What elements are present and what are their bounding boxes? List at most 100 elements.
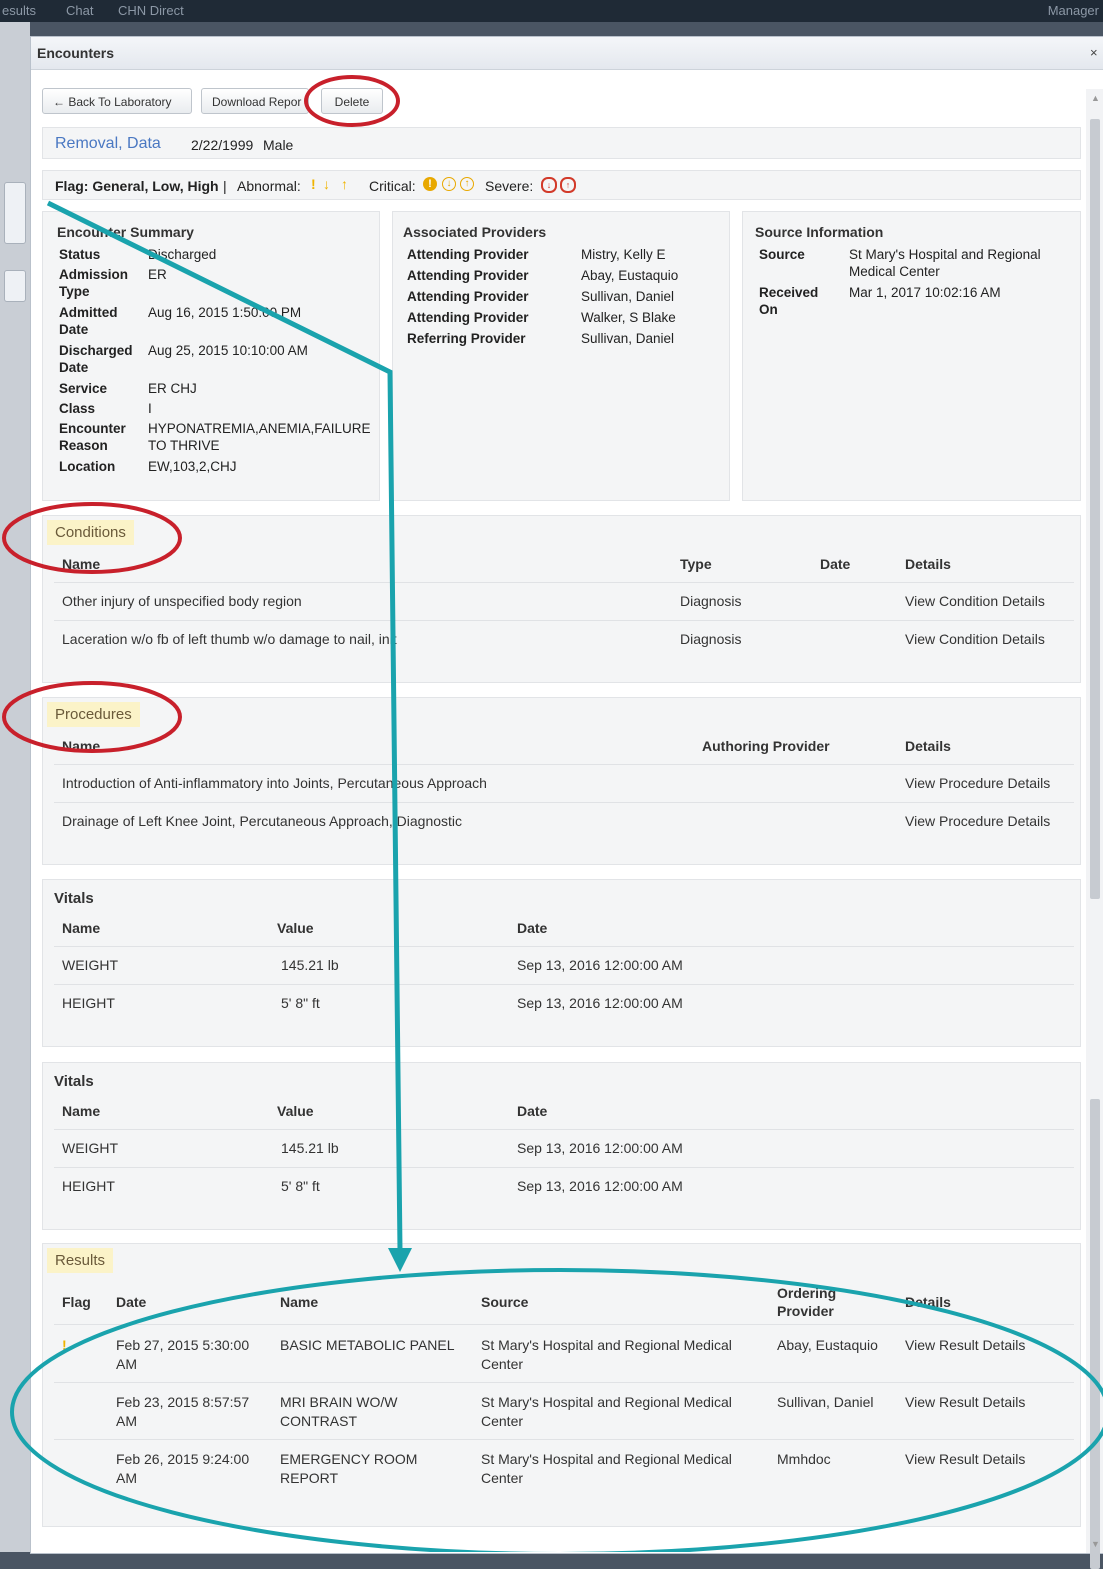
provider-role: Attending Provider [407, 268, 529, 283]
providers-title: Associated Providers [403, 224, 547, 240]
view-procedure-details-link[interactable]: View Procedure Details [905, 812, 1050, 831]
provider-name: Sullivan, Daniel [581, 289, 675, 304]
scroll-down-icon[interactable]: ▼ [1091, 1539, 1100, 1549]
topbar-item-results[interactable]: esults [2, 3, 36, 18]
vitals-header-value[interactable]: Value [277, 920, 314, 936]
summary-label: Admitted Date [59, 305, 118, 337]
vital-name: WEIGHT [62, 1140, 118, 1156]
procedures-panel: Procedures Name Authoring Provider Detai… [42, 697, 1081, 865]
procedures-header-details: Details [905, 738, 951, 754]
vitals-header-date[interactable]: Date [517, 1103, 547, 1119]
scroll-up-icon[interactable]: ▲ [1091, 93, 1100, 103]
provider-role: Attending Provider [407, 289, 529, 304]
summary-value: ER [148, 267, 167, 282]
topbar-item-chn-direct[interactable]: CHN Direct [118, 3, 184, 18]
result-name: BASIC METABOLIC PANEL [280, 1337, 455, 1353]
provider-name: Sullivan, Daniel [581, 331, 675, 346]
results-title: Results [47, 1248, 114, 1273]
scrollbar-track-segment [1090, 1099, 1100, 1569]
provider-name: Mistry, Kelly E [581, 247, 666, 262]
result-source: St Mary's Hospital and Regional Medical … [481, 1451, 732, 1486]
encounters-modal: Encounters × ▲ ▼ ← Back To Laboratory Do… [30, 36, 1103, 1569]
result-date: Feb 23, 2015 8:57:57 AM [116, 1394, 250, 1429]
conditions-header-name[interactable]: Name [62, 556, 100, 572]
procedures-header-name[interactable]: Name [62, 738, 100, 754]
vital-date: Sep 13, 2016 12:00:00 AM [517, 1140, 683, 1156]
result-name: MRI BRAIN WO/W CONTRAST [280, 1394, 398, 1429]
results-panel: Results Flag Date Name Source Ordering P… [42, 1243, 1081, 1527]
abnormal-label: Abnormal: [237, 178, 301, 194]
background-tab [4, 182, 26, 244]
vital-date: Sep 13, 2016 12:00:00 AM [517, 995, 683, 1011]
flag-legend-bar: Flag: General, Low, High | Abnormal: ! ↓… [42, 170, 1081, 200]
conditions-title: Conditions [47, 520, 134, 545]
conditions-header-date[interactable]: Date [820, 556, 850, 572]
procedure-name: Drainage of Left Knee Joint, Percutaneou… [62, 813, 463, 829]
procedures-header-authoring-provider[interactable]: Authoring Provider [702, 738, 830, 754]
view-condition-details-link[interactable]: View Condition Details [905, 630, 1045, 649]
summary-label: Discharged Date [59, 343, 133, 375]
summary-value: Aug 16, 2015 1:50:00 PM [148, 305, 302, 320]
view-result-details-link[interactable]: View Result Details [905, 1450, 1025, 1469]
conditions-header-details: Details [905, 556, 951, 572]
results-header-date[interactable]: Date [116, 1294, 146, 1310]
vitals-panel: Vitals Name Value Date WEIGHT 145.21 lb … [42, 879, 1081, 1047]
vital-name: HEIGHT [62, 995, 115, 1011]
scrollbar-thumb[interactable] [1090, 119, 1100, 899]
abnormal-high-icon: ↑ [341, 176, 348, 192]
delete-button[interactable]: Delete [321, 88, 383, 114]
source-label: Source [759, 247, 805, 262]
topbar-item-chat[interactable]: Chat [66, 3, 93, 18]
vitals-title: Vitals [54, 1073, 94, 1090]
results-header-ordering-provider[interactable]: Ordering Provider [777, 1284, 857, 1320]
vital-value: 5' 8" ft [281, 995, 320, 1011]
back-to-laboratory-button[interactable]: ← Back To Laboratory [42, 88, 192, 114]
result-date: Feb 26, 2015 9:24:00 AM [116, 1451, 250, 1486]
patient-name-link[interactable]: Removal, Data [55, 135, 161, 153]
results-header-name[interactable]: Name [280, 1294, 318, 1310]
vitals-header-date[interactable]: Date [517, 920, 547, 936]
app-top-bar: esults Chat CHN Direct Manager [0, 0, 1103, 22]
vitals-header-name[interactable]: Name [62, 920, 100, 936]
summary-label: Status [59, 247, 101, 262]
view-result-details-link[interactable]: View Result Details [905, 1393, 1025, 1412]
condition-name: Laceration w/o fb of left thumb w/o dama… [62, 631, 397, 647]
flag-legend-label: Flag: General, Low, High [55, 178, 219, 194]
critical-low-icon: ↓ [442, 177, 456, 191]
view-result-details-link[interactable]: View Result Details [905, 1336, 1025, 1355]
vital-value: 5' 8" ft [281, 1178, 320, 1194]
view-condition-details-link[interactable]: View Condition Details [905, 592, 1045, 611]
summary-label: Admission Type [59, 267, 129, 299]
flag-legend-separator: | [223, 178, 227, 194]
topbar-item-manager[interactable]: Manager [1048, 3, 1099, 18]
modal-title: Encounters [37, 45, 115, 61]
results-header-source[interactable]: Source [481, 1294, 528, 1310]
results-header-flag[interactable]: Flag [62, 1294, 91, 1310]
abnormal-flag-icon: ! [311, 176, 316, 192]
conditions-panel: Conditions Name Type Date Details Other … [42, 515, 1081, 683]
severe-high-icon: ↑ [560, 177, 576, 193]
vital-date: Sep 13, 2016 12:00:00 AM [517, 1178, 683, 1194]
summary-value: ER CHJ [148, 381, 197, 396]
provider-role: Attending Provider [407, 310, 529, 325]
source-value: Mar 1, 2017 10:02:16 AM [849, 285, 1001, 300]
vitals-header-name[interactable]: Name [62, 1103, 100, 1119]
vital-name: HEIGHT [62, 1178, 115, 1194]
patient-bar: Removal, Data 2/22/1999 Male [42, 127, 1081, 159]
provider-name: Abay, Eustaquio [581, 268, 679, 283]
condition-type: Diagnosis [680, 593, 742, 609]
summary-value: HYPONATREMIA,ANEMIA,FAILURE TO THRIVE [148, 421, 371, 453]
summary-value: Discharged [148, 247, 217, 262]
result-provider: Abay, Eustaquio [777, 1337, 878, 1353]
close-icon[interactable]: × [1090, 45, 1103, 61]
conditions-header-type[interactable]: Type [680, 556, 712, 572]
vitals-title: Vitals [54, 890, 94, 907]
provider-role: Attending Provider [407, 247, 529, 262]
modal-scrollbar[interactable]: ▲ ▼ [1086, 89, 1103, 1569]
vitals-header-value[interactable]: Value [277, 1103, 314, 1119]
vital-value: 145.21 lb [281, 957, 339, 973]
view-procedure-details-link[interactable]: View Procedure Details [905, 774, 1050, 793]
encounter-summary-panel: Encounter Summary Status Discharged Admi… [42, 211, 380, 501]
download-report-button[interactable]: Download Repor [201, 88, 309, 114]
severe-low-icon: ↓ [541, 177, 557, 193]
